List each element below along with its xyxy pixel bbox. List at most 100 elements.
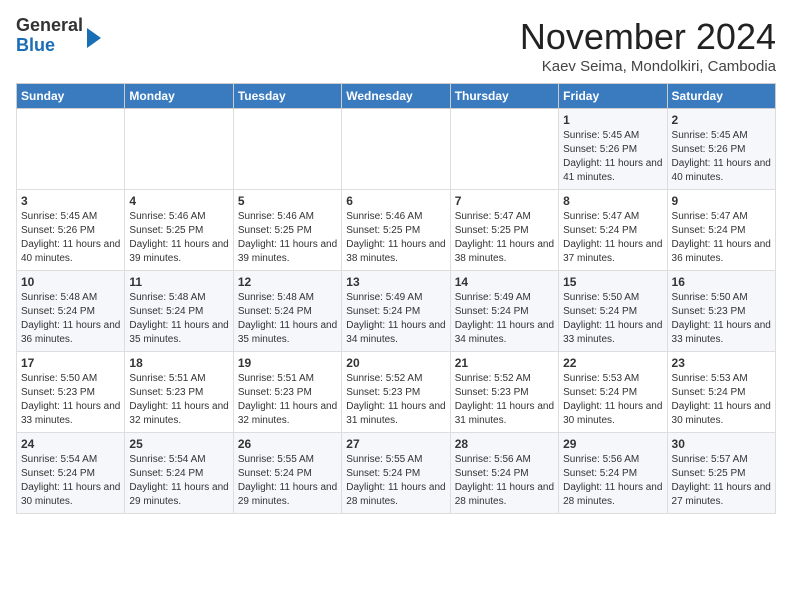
calendar-cell: 14 Sunrise: 5:49 AM Sunset: 5:24 PM Dayli…	[450, 271, 558, 352]
day-number: 24	[21, 437, 120, 451]
calendar-cell: 5 Sunrise: 5:46 AM Sunset: 5:25 PM Daylig…	[233, 190, 341, 271]
day-info: Sunrise: 5:50 AM Sunset: 5:23 PM Dayligh…	[21, 372, 120, 428]
calendar-cell: 24 Sunrise: 5:54 AM Sunset: 5:24 PM Dayli…	[17, 433, 125, 514]
day-info: Sunrise: 5:47 AM Sunset: 5:24 PM Dayligh…	[672, 210, 771, 266]
calendar-cell	[342, 109, 450, 190]
day-number: 11	[129, 275, 228, 289]
day-info: Sunrise: 5:49 AM Sunset: 5:24 PM Dayligh…	[455, 291, 554, 347]
day-info: Sunrise: 5:54 AM Sunset: 5:24 PM Dayligh…	[21, 453, 120, 509]
day-number: 20	[346, 356, 445, 370]
day-number: 18	[129, 356, 228, 370]
day-number: 7	[455, 194, 554, 208]
calendar-cell: 6Sunrise: 5:46 AM Sunset: 5:25 PM Daylig…	[342, 190, 450, 271]
calendar-cell: 3Sunrise: 5:45 AM Sunset: 5:26 PM Daylig…	[17, 190, 125, 271]
day-info: Sunrise: 5:49 AM Sunset: 5:24 PM Dayligh…	[346, 291, 445, 347]
calendar-table: SundayMondayTuesdayWednesdayThursdayFrid…	[16, 83, 776, 514]
calendar-cell: 29Sunrise: 5:56 AM Sunset: 5:24 PM Dayli…	[559, 433, 667, 514]
day-info: Sunrise: 5:45 AM Sunset: 5:26 PM Dayligh…	[672, 129, 771, 185]
calendar-cell: 9 Sunrise: 5:47 AM Sunset: 5:24 PM Daylig…	[667, 190, 775, 271]
day-number: 29	[563, 437, 662, 451]
weekday-header-friday: Friday	[559, 84, 667, 109]
calendar-cell: 7 Sunrise: 5:47 AM Sunset: 5:25 PM Daylig…	[450, 190, 558, 271]
day-number: 9	[672, 194, 771, 208]
day-info: Sunrise: 5:56 AM Sunset: 5:24 PM Dayligh…	[455, 453, 554, 509]
day-number: 10	[21, 275, 120, 289]
day-info: Sunrise: 5:48 AM Sunset: 5:24 PM Dayligh…	[129, 291, 228, 347]
day-number: 26	[238, 437, 337, 451]
day-number: 1	[563, 113, 662, 127]
day-number: 25	[129, 437, 228, 451]
day-info: Sunrise: 5:52 AM Sunset: 5:23 PM Dayligh…	[346, 372, 445, 428]
calendar-cell: 2Sunrise: 5:45 AM Sunset: 5:26 PM Daylig…	[667, 109, 775, 190]
day-number: 30	[672, 437, 771, 451]
calendar-cell: 30 Sunrise: 5:57 AM Sunset: 5:25 PM Dayli…	[667, 433, 775, 514]
calendar-cell: 15 Sunrise: 5:50 AM Sunset: 5:24 PM Dayli…	[559, 271, 667, 352]
calendar-cell	[125, 109, 233, 190]
calendar-cell: 4 Sunrise: 5:46 AM Sunset: 5:25 PM Daylig…	[125, 190, 233, 271]
calendar-cell: 12Sunrise: 5:48 AM Sunset: 5:24 PM Dayli…	[233, 271, 341, 352]
calendar-cell: 20 Sunrise: 5:52 AM Sunset: 5:23 PM Dayli…	[342, 352, 450, 433]
calendar-cell: 21 Sunrise: 5:52 AM Sunset: 5:23 PM Dayli…	[450, 352, 558, 433]
calendar-week-row: 3Sunrise: 5:45 AM Sunset: 5:26 PM Daylig…	[17, 190, 776, 271]
day-number: 23	[672, 356, 771, 370]
calendar-cell: 17 Sunrise: 5:50 AM Sunset: 5:23 PM Dayli…	[17, 352, 125, 433]
day-info: Sunrise: 5:52 AM Sunset: 5:23 PM Dayligh…	[455, 372, 554, 428]
day-number: 8	[563, 194, 662, 208]
day-info: Sunrise: 5:57 AM Sunset: 5:25 PM Dayligh…	[672, 453, 771, 509]
day-info: Sunrise: 5:53 AM Sunset: 5:24 PM Dayligh…	[563, 372, 662, 428]
calendar-week-row: 17 Sunrise: 5:50 AM Sunset: 5:23 PM Dayli…	[17, 352, 776, 433]
day-number: 21	[455, 356, 554, 370]
day-number: 4	[129, 194, 228, 208]
day-info: Sunrise: 5:55 AM Sunset: 5:24 PM Dayligh…	[238, 453, 337, 509]
weekday-header-sunday: Sunday	[17, 84, 125, 109]
day-info: Sunrise: 5:50 AM Sunset: 5:24 PM Dayligh…	[563, 291, 662, 347]
weekday-header-tuesday: Tuesday	[233, 84, 341, 109]
weekday-header-wednesday: Wednesday	[342, 84, 450, 109]
logo-blue: Blue	[16, 35, 55, 55]
day-number: 17	[21, 356, 120, 370]
day-number: 22	[563, 356, 662, 370]
day-info: Sunrise: 5:50 AM Sunset: 5:23 PM Dayligh…	[672, 291, 771, 347]
day-info: Sunrise: 5:46 AM Sunset: 5:25 PM Dayligh…	[129, 210, 228, 266]
weekday-header-monday: Monday	[125, 84, 233, 109]
calendar-cell: 16Sunrise: 5:50 AM Sunset: 5:23 PM Dayli…	[667, 271, 775, 352]
calendar-cell	[17, 109, 125, 190]
calendar-body: 1 Sunrise: 5:45 AM Sunset: 5:26 PM Daylig…	[17, 109, 776, 514]
title-area: November 2024 Kaev Seima, Mondolkiri, Ca…	[520, 16, 776, 75]
day-info: Sunrise: 5:47 AM Sunset: 5:25 PM Dayligh…	[455, 210, 554, 266]
day-number: 19	[238, 356, 337, 370]
calendar-cell: 19Sunrise: 5:51 AM Sunset: 5:23 PM Dayli…	[233, 352, 341, 433]
weekday-header-row: SundayMondayTuesdayWednesdayThursdayFrid…	[17, 84, 776, 109]
calendar-week-row: 10 Sunrise: 5:48 AM Sunset: 5:24 PM Dayli…	[17, 271, 776, 352]
day-info: Sunrise: 5:46 AM Sunset: 5:25 PM Dayligh…	[346, 210, 445, 266]
calendar-cell: 28Sunrise: 5:56 AM Sunset: 5:24 PM Dayli…	[450, 433, 558, 514]
day-number: 14	[455, 275, 554, 289]
page-header: General Blue November 2024 Kaev Seima, M…	[16, 16, 776, 75]
calendar-cell: 11 Sunrise: 5:48 AM Sunset: 5:24 PM Dayli…	[125, 271, 233, 352]
calendar-cell: 26 Sunrise: 5:55 AM Sunset: 5:24 PM Dayli…	[233, 433, 341, 514]
logo: General Blue	[16, 16, 101, 56]
calendar-cell: 8 Sunrise: 5:47 AM Sunset: 5:24 PM Daylig…	[559, 190, 667, 271]
calendar-cell: 22 Sunrise: 5:53 AM Sunset: 5:24 PM Dayli…	[559, 352, 667, 433]
calendar-cell: 10Sunrise: 5:48 AM Sunset: 5:24 PM Dayli…	[17, 271, 125, 352]
calendar-cell: 27Sunrise: 5:55 AM Sunset: 5:24 PM Dayli…	[342, 433, 450, 514]
day-info: Sunrise: 5:46 AM Sunset: 5:25 PM Dayligh…	[238, 210, 337, 266]
calendar-week-row: 24 Sunrise: 5:54 AM Sunset: 5:24 PM Dayli…	[17, 433, 776, 514]
weekday-header-thursday: Thursday	[450, 84, 558, 109]
calendar-cell: 18 Sunrise: 5:51 AM Sunset: 5:23 PM Dayli…	[125, 352, 233, 433]
weekday-header-saturday: Saturday	[667, 84, 775, 109]
calendar-cell: 23Sunrise: 5:53 AM Sunset: 5:24 PM Dayli…	[667, 352, 775, 433]
calendar-cell: 13 Sunrise: 5:49 AM Sunset: 5:24 PM Dayli…	[342, 271, 450, 352]
day-info: Sunrise: 5:54 AM Sunset: 5:24 PM Dayligh…	[129, 453, 228, 509]
calendar-cell: 1Sunrise: 5:45 AM Sunset: 5:26 PM Daylig…	[559, 109, 667, 190]
calendar-cell: 25 Sunrise: 5:54 AM Sunset: 5:24 PM Dayli…	[125, 433, 233, 514]
day-number: 12	[238, 275, 337, 289]
day-info: Sunrise: 5:47 AM Sunset: 5:24 PM Dayligh…	[563, 210, 662, 266]
day-info: Sunrise: 5:51 AM Sunset: 5:23 PM Dayligh…	[129, 372, 228, 428]
day-number: 5	[238, 194, 337, 208]
location-subtitle: Kaev Seima, Mondolkiri, Cambodia	[520, 58, 776, 75]
day-number: 13	[346, 275, 445, 289]
day-number: 15	[563, 275, 662, 289]
logo-general: General	[16, 15, 83, 35]
day-number: 3	[21, 194, 120, 208]
